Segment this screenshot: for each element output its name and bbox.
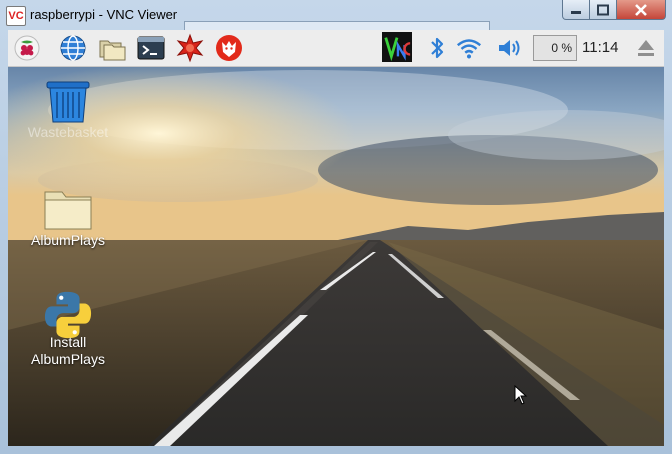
pi-taskbar: 0 % 11:14 xyxy=(8,30,664,67)
vnc-icon xyxy=(382,32,412,62)
folder-icon xyxy=(42,188,94,232)
eject-icon xyxy=(638,40,654,56)
wifi-button[interactable] xyxy=(454,33,486,63)
raspberry-icon xyxy=(14,35,40,61)
mouse-pointer-icon xyxy=(514,385,528,405)
close-icon xyxy=(635,3,647,16)
wolfram-icon xyxy=(216,35,242,61)
desktop-icon-label: Wastebasket xyxy=(27,124,109,140)
bluetooth-icon xyxy=(431,37,444,59)
wifi-icon xyxy=(456,39,482,59)
desktop-icon-label: AlbumPlays xyxy=(31,232,105,248)
maximize-icon xyxy=(597,4,609,15)
clock[interactable]: 11:14 xyxy=(582,39,618,56)
mathematica-icon xyxy=(176,33,204,63)
volume-button[interactable] xyxy=(495,33,525,63)
maximize-button[interactable] xyxy=(589,0,617,20)
python-icon xyxy=(42,290,94,339)
terminal-icon xyxy=(137,36,165,60)
desktop-icon-install-albumplays[interactable]: Install AlbumPlays xyxy=(20,290,116,368)
desktop-icon-label-line1: Install xyxy=(49,334,87,350)
eject-button[interactable] xyxy=(634,36,658,60)
terminal-button[interactable] xyxy=(136,33,166,63)
mathematica-button[interactable] xyxy=(175,33,205,63)
vnc-server-button[interactable] xyxy=(382,32,414,64)
trash-icon xyxy=(42,80,94,124)
minimize-button[interactable] xyxy=(562,0,590,20)
globe-icon xyxy=(60,35,86,61)
minimize-icon xyxy=(571,10,581,14)
raspberry-menu-button[interactable] xyxy=(12,33,42,63)
desktop-icon-albumplays-folder[interactable]: AlbumPlays xyxy=(20,188,116,249)
vnc-app-icon[interactable]: VC xyxy=(6,6,26,26)
desktop-icon-label-line2: AlbumPlays xyxy=(31,351,105,367)
window-title: raspberrypi - VNC Viewer xyxy=(30,7,178,22)
cpu-usage-monitor[interactable]: 0 % xyxy=(533,35,577,61)
vnc-toolbar-handle[interactable] xyxy=(184,21,490,30)
desktop-icon-wastebasket[interactable]: Wastebasket xyxy=(20,80,116,141)
web-browser-button[interactable] xyxy=(58,33,88,63)
remote-desktop[interactable]: 0 % 11:14 Wastebasket AlbumPlays Install… xyxy=(8,30,664,446)
vnc-viewer-window: VC raspberrypi - VNC Viewer 0 % 11:14 Wa… xyxy=(0,0,672,454)
title-bar[interactable]: VC raspberrypi - VNC Viewer xyxy=(0,0,672,30)
wolfram-button[interactable] xyxy=(214,33,244,63)
file-manager-button[interactable] xyxy=(97,33,127,63)
close-button[interactable] xyxy=(616,0,666,20)
bluetooth-button[interactable] xyxy=(422,33,444,63)
speaker-icon xyxy=(499,40,520,56)
folders-icon xyxy=(99,40,126,61)
